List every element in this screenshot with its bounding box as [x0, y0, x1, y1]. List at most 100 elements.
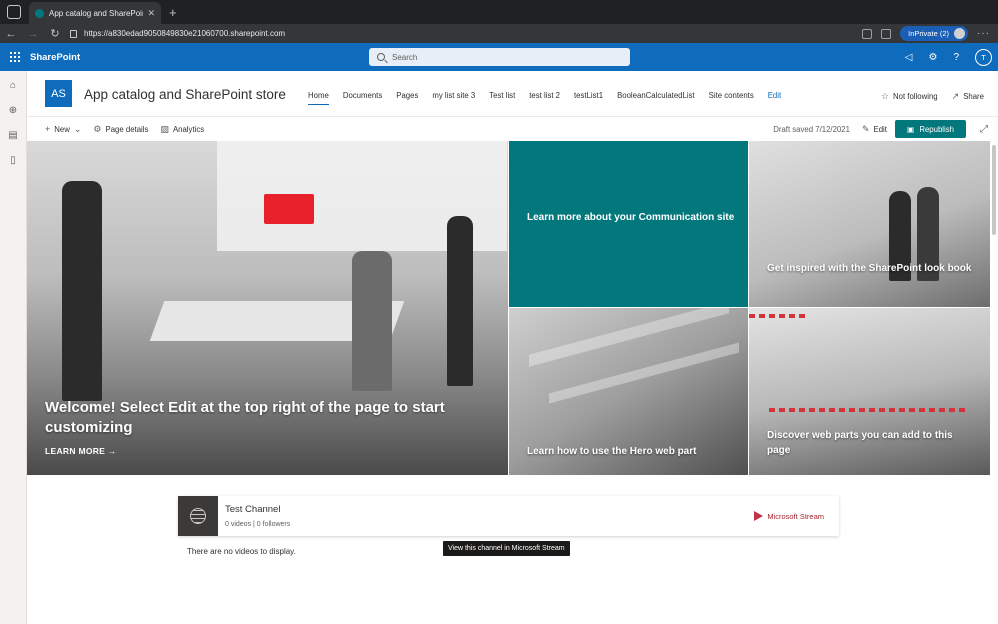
- browser-tab-bar: App catalog and SharePoint st ✕ +: [0, 0, 998, 24]
- plus-icon: +: [45, 124, 51, 134]
- edit-label: Edit: [873, 124, 887, 134]
- sharepoint-favicon-icon: [35, 8, 44, 18]
- channel-meta: 0 videos | 0 followers: [225, 521, 291, 528]
- new-tab-icon[interactable]: +: [169, 5, 177, 20]
- person-image: [62, 181, 102, 401]
- hero-web-part: Welcome! Select Edit at the top right of…: [27, 141, 990, 475]
- nav-site-contents[interactable]: Site contents: [709, 91, 754, 105]
- site-header: AS App catalog and SharePoint store Home…: [27, 71, 998, 117]
- new-button[interactable]: + New ⌄: [45, 124, 81, 135]
- follow-label: Not following: [893, 92, 938, 101]
- analytics-button[interactable]: ▨ Analytics: [160, 124, 204, 135]
- url-field[interactable]: https://a830edad9050849830e21060700.shar…: [70, 26, 810, 41]
- search-placeholder: Search: [392, 52, 418, 62]
- expand-icon[interactable]: ⤢: [980, 124, 988, 135]
- hero-main-tile[interactable]: Welcome! Select Edit at the top right of…: [27, 141, 508, 475]
- republish-label: Republish: [919, 124, 954, 134]
- draft-status: Draft saved 7/12/2021: [773, 124, 850, 134]
- close-tab-icon[interactable]: ✕: [147, 8, 155, 19]
- new-label: New: [54, 124, 70, 134]
- nav-booleancalculatedlist[interactable]: BooleanCalculatedList: [617, 91, 695, 105]
- stream-logo-icon: [754, 511, 764, 521]
- hero-tile-web-parts[interactable]: Discover web parts you can add to this p…: [749, 308, 990, 475]
- browser-tab-title: App catalog and SharePoint st: [49, 8, 143, 18]
- search-icon: [377, 53, 385, 61]
- stream-brand-label: Microsoft Stream: [767, 511, 824, 521]
- help-icon[interactable]: ?: [953, 52, 959, 63]
- decor-image: [749, 314, 809, 318]
- nav-documents[interactable]: Documents: [343, 91, 382, 105]
- megaphone-icon[interactable]: ◁: [905, 52, 913, 63]
- suite-bar: SharePoint Search ◁ ⚙ ? T: [0, 43, 998, 71]
- search-input[interactable]: Search: [369, 48, 630, 66]
- site-logo[interactable]: AS: [45, 80, 72, 107]
- forward-icon[interactable]: →: [22, 28, 44, 40]
- profile-avatar-icon: [954, 28, 965, 39]
- command-bar: + New ⌄ ⚙ Page details ▨ Analytics Draft…: [27, 117, 998, 141]
- url-text: https://a830edad9050849830e21060700.shar…: [84, 29, 286, 38]
- back-icon[interactable]: ←: [0, 28, 22, 40]
- hero-tile-4-caption: Discover web parts you can add to this p…: [767, 430, 953, 456]
- republish-button[interactable]: ▣ Republish: [894, 120, 966, 138]
- home-icon[interactable]: ⌂: [8, 80, 19, 91]
- nav-edit-link[interactable]: Edit: [768, 91, 781, 105]
- hero-tile-look-book[interactable]: Get inspired with the SharePoint look bo…: [749, 141, 990, 307]
- page-details-label: Page details: [105, 124, 149, 134]
- user-avatar[interactable]: T: [975, 48, 992, 66]
- browser-tab[interactable]: App catalog and SharePoint st ✕: [29, 2, 161, 24]
- nav-test-list-2[interactable]: test list 2: [529, 91, 560, 105]
- red-lamp-image: [264, 194, 314, 224]
- hero-tile-2-caption: Get inspired with the SharePoint look bo…: [767, 263, 972, 274]
- profile-label: InPrivate (2): [908, 29, 949, 38]
- stream-channel-card[interactable]: Test Channel 0 videos | 0 followers Micr…: [178, 496, 839, 536]
- hero-tile-3-caption: Learn how to use the Hero web part: [527, 446, 697, 457]
- site-navigation: Home Documents Pages my list site 3 Test…: [308, 91, 795, 105]
- app-bar: ⌂ ⊕ ▤ ▯: [0, 71, 27, 624]
- analytics-icon: ▨: [160, 123, 169, 134]
- share-button[interactable]: ↗ Share: [952, 91, 984, 102]
- republish-icon: ▣: [906, 124, 915, 134]
- suite-brand[interactable]: SharePoint: [30, 52, 80, 63]
- nav-pages[interactable]: Pages: [396, 91, 418, 105]
- page-details-button[interactable]: ⚙ Page details: [93, 124, 148, 135]
- share-icon: ↗: [951, 91, 960, 101]
- person-image: [447, 216, 473, 386]
- page-scrollbar[interactable]: [992, 145, 996, 235]
- window-tabs-icon[interactable]: [7, 5, 21, 19]
- stream-tooltip: View this channel in Microsoft Stream: [443, 541, 570, 556]
- collections-icon[interactable]: [881, 28, 892, 39]
- nav-test-list[interactable]: Test list: [489, 91, 515, 105]
- nav-home[interactable]: Home: [308, 91, 329, 105]
- inprivate-profile-button[interactable]: InPrivate (2): [900, 26, 968, 41]
- news-icon[interactable]: ▤: [8, 130, 19, 141]
- site-title[interactable]: App catalog and SharePoint store: [84, 87, 286, 102]
- analytics-label: Analytics: [172, 124, 205, 134]
- person-image: [352, 251, 392, 391]
- microsoft-stream-link[interactable]: Microsoft Stream: [754, 511, 824, 521]
- extensions-icon[interactable]: [862, 28, 873, 39]
- lock-icon: [70, 29, 77, 38]
- channel-thumbnail: [178, 496, 218, 536]
- app-launcher-icon[interactable]: [0, 52, 30, 62]
- edit-button[interactable]: ✎ Edit: [862, 124, 887, 135]
- gear-icon[interactable]: ⚙: [928, 52, 937, 63]
- learn-more-label: LEARN MORE: [45, 446, 106, 456]
- browser-address-bar: ← → ↻ https://a830edad9050849830e2106070…: [0, 24, 998, 43]
- follow-button[interactable]: ☆ Not following: [881, 91, 938, 102]
- stream-channel-icon: [190, 508, 206, 524]
- globe-icon[interactable]: ⊕: [8, 105, 19, 116]
- refresh-icon[interactable]: ↻: [44, 27, 66, 40]
- browser-menu-icon[interactable]: ···: [977, 28, 990, 39]
- share-label: Share: [963, 92, 984, 101]
- learn-more-link[interactable]: LEARN MORE →: [45, 446, 117, 456]
- decor-image: [769, 408, 969, 412]
- hero-tile-1-caption: Learn more about your Communication site: [527, 212, 735, 223]
- document-icon[interactable]: ▯: [8, 155, 19, 166]
- nav-testlist1[interactable]: testList1: [574, 91, 603, 105]
- hero-tile-communication-site[interactable]: Learn more about your Communication site: [509, 141, 748, 307]
- channel-name[interactable]: Test Channel: [225, 504, 280, 515]
- nav-my-list-site-3[interactable]: my list site 3: [432, 91, 475, 105]
- settings-gear-icon: ⚙: [93, 123, 102, 134]
- hero-tile-hero-web-part[interactable]: Learn how to use the Hero web part: [509, 308, 748, 475]
- hero-main-caption: Welcome! Select Edit at the top right of…: [45, 399, 445, 436]
